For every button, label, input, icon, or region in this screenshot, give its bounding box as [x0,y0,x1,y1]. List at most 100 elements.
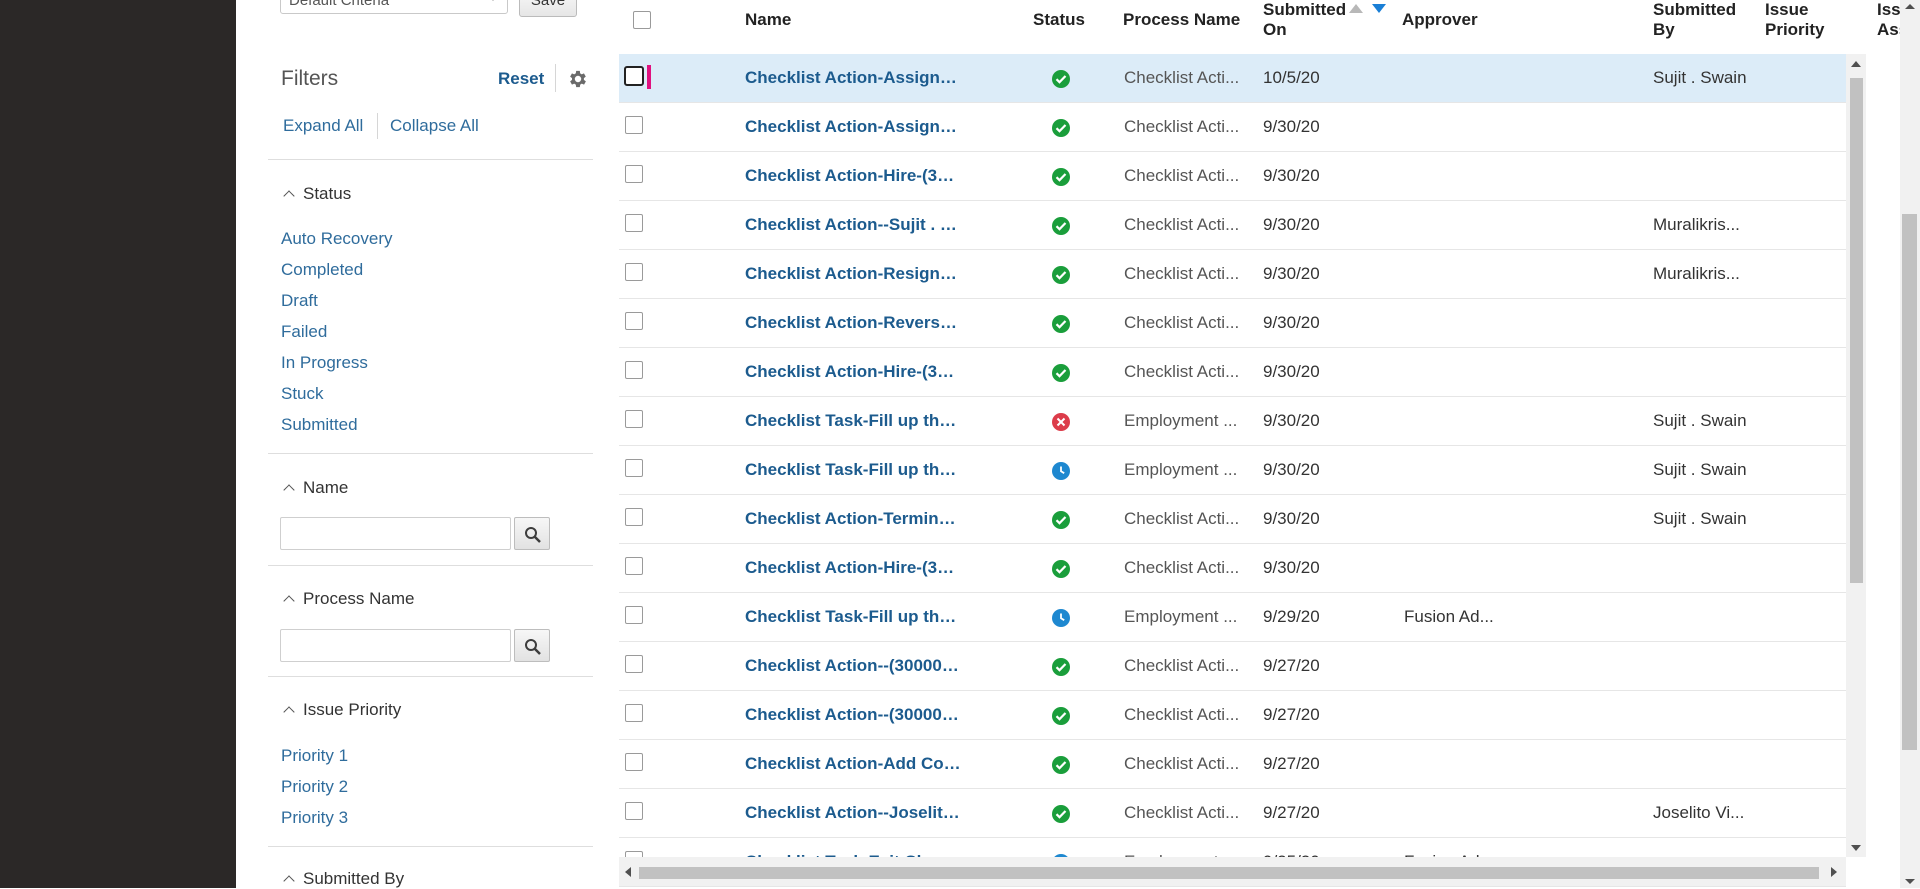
row-name-link[interactable]: Checklist Action--Sujit . Swai... [745,215,963,235]
row-checkbox[interactable] [625,557,643,575]
priority-filter-3[interactable]: Priority 3 [281,808,348,828]
scroll-up-arrow-icon[interactable] [1905,4,1915,9]
row-checkbox[interactable] [625,704,643,722]
table-row[interactable]: Checklist Action-Assignment ... Checklist… [619,103,1846,152]
row-checkbox[interactable] [625,508,643,526]
row-checkbox[interactable] [625,655,643,673]
select-all-checkbox[interactable] [633,11,651,29]
row-name-link[interactable]: Checklist Task-Fill up the Exit ... [745,460,963,480]
priority-filter-2[interactable]: Priority 2 [281,777,348,797]
column-header-process-name[interactable]: Process Name [1123,10,1240,30]
row-checkbox[interactable] [625,802,643,820]
gear-icon[interactable] [567,68,589,90]
row-checkbox[interactable] [625,361,643,379]
table-row[interactable]: Checklist Action--(300000012... Checklist… [619,642,1846,691]
status-filter-auto-recovery[interactable]: Auto Recovery [281,229,393,249]
row-checkbox[interactable] [625,606,643,624]
table-row[interactable]: Checklist Task-Fill up the Exit ... Emplo… [619,593,1846,642]
scroll-down-arrow-icon[interactable] [1905,879,1915,884]
column-header-submitted-by[interactable]: Submitted By [1653,0,1736,40]
column-header-status[interactable]: Status [1033,10,1085,30]
row-name-link[interactable]: Checklist Action-Hire-(30000... [745,362,963,382]
row-checkbox[interactable] [625,165,643,183]
column-header-approver[interactable]: Approver [1402,10,1478,30]
status-filter-completed[interactable]: Completed [281,260,363,280]
row-name-link[interactable]: Checklist Task-Fill up the Exit ... [745,411,963,431]
table-row[interactable]: Checklist Action-Hire-(30000... Checklist… [619,348,1846,397]
row-checkbox[interactable] [625,312,643,330]
row-name-link[interactable]: Checklist Action--Joselito Vil... [745,803,963,823]
table-row[interactable]: Checklist Task-Fill up the Exit ... Emplo… [619,446,1846,495]
scrollbar-thumb[interactable] [639,867,1819,879]
reset-link[interactable]: Reset [498,69,544,89]
row-process-name: Employment ... [1124,460,1238,479]
table-row[interactable]: Checklist Action-Hire-(30000... Checklist… [619,152,1846,201]
row-name-link[interactable]: Checklist Action-Assignment ... [745,68,963,88]
row-checkbox[interactable] [625,753,643,771]
issue-priority-section-header[interactable]: Issue Priority [282,700,401,720]
process-name-search-button[interactable] [514,629,550,662]
row-checkbox[interactable] [625,263,643,281]
table-row[interactable]: Checklist Action-Assignment ... Checklist… [619,54,1846,103]
table-row[interactable]: Checklist Action-Add Contin... Checklist … [619,740,1846,789]
process-name-filter-input[interactable] [280,629,511,662]
row-name-link[interactable]: Checklist Action-Hire-(30000... [745,166,963,186]
name-filter-input[interactable] [280,517,511,550]
column-header-submitted-on[interactable]: Submitted On [1263,0,1346,40]
table-horizontal-scrollbar[interactable] [619,857,1846,886]
row-name-link[interactable]: Checklist Action--(300000012... [745,656,963,676]
row-process-name: Checklist Acti... [1124,705,1240,724]
row-name-link[interactable]: Checklist Action-Assignment ... [745,117,963,137]
status-section-header[interactable]: Status [282,184,351,204]
submitted-by-section-header[interactable]: Submitted By [282,869,404,889]
chevron-up-icon [283,595,295,607]
status-filter-stuck[interactable]: Stuck [281,384,324,404]
row-name-link[interactable]: Checklist Action--(300000012... [745,705,963,725]
table-row[interactable]: Checklist Task-Fill up the Exit ... Emplo… [619,397,1846,446]
saved-search-select[interactable]: Default Criteria [280,0,508,14]
expand-all-link[interactable]: Expand All [283,116,363,136]
row-name-link[interactable]: Checklist Action-Hire-(30000... [745,558,963,578]
table-row[interactable]: Checklist Action-Termination... Checklist… [619,495,1846,544]
scrollbar-thumb[interactable] [1850,78,1863,583]
status-filter-in-progress[interactable]: In Progress [281,353,368,373]
table-row[interactable]: Checklist Action-Resignation... Checklist… [619,250,1846,299]
row-name-link[interactable]: Checklist Task-Fill up the Exit ... [745,607,963,627]
row-name-link[interactable]: Checklist Action-Termination... [745,509,963,529]
status-filter-submitted[interactable]: Submitted [281,415,358,435]
row-checkbox[interactable] [625,116,643,134]
status-filter-draft[interactable]: Draft [281,291,318,311]
scroll-right-arrow-icon[interactable] [1831,867,1837,877]
table-row[interactable]: Checklist Action--Joselito Vil... Checkli… [619,789,1846,838]
sort-ascending-icon[interactable] [1349,4,1363,13]
scroll-up-arrow-icon[interactable] [1851,61,1861,67]
error-circle-icon [1052,413,1070,431]
name-search-button[interactable] [514,517,550,550]
priority-filter-1[interactable]: Priority 1 [281,746,348,766]
row-checkbox[interactable] [625,214,643,232]
row-name-link[interactable]: Checklist Action-Resignation... [745,264,963,284]
row-name-link[interactable]: Checklist Action-Reverse Ter... [745,313,963,333]
save-button[interactable]: Save [519,0,577,17]
name-section-header[interactable]: Name [282,478,348,498]
table-row[interactable]: Checklist Action-Reverse Ter... Checklist… [619,299,1846,348]
column-header-issue-priority[interactable]: Issue Priority [1765,0,1825,40]
row-checkbox[interactable] [625,459,643,477]
scrollbar-thumb[interactable] [1902,214,1917,750]
collapse-all-link[interactable]: Collapse All [390,116,479,136]
scroll-down-arrow-icon[interactable] [1851,845,1861,851]
table-row[interactable]: Checklist Action--Sujit . Swai... Checkli… [619,201,1846,250]
table-row[interactable]: Checklist Action--(300000012... Checklist… [619,691,1846,740]
status-filter-failed[interactable]: Failed [281,322,327,342]
row-checkbox[interactable] [624,66,644,86]
scroll-left-arrow-icon[interactable] [625,867,631,877]
row-checkbox[interactable] [625,410,643,428]
column-header-name[interactable]: Name [745,10,791,30]
row-name-link[interactable]: Checklist Action-Add Contin... [745,754,963,774]
page-vertical-scrollbar[interactable] [1900,0,1920,888]
table-row[interactable]: Checklist Action-Hire-(30000... Checklist… [619,544,1846,593]
process-name-section-header[interactable]: Process Name [282,589,414,609]
filters-title: Filters [281,67,339,90]
table-vertical-scrollbar[interactable] [1846,54,1866,857]
sort-descending-icon[interactable] [1372,4,1386,13]
